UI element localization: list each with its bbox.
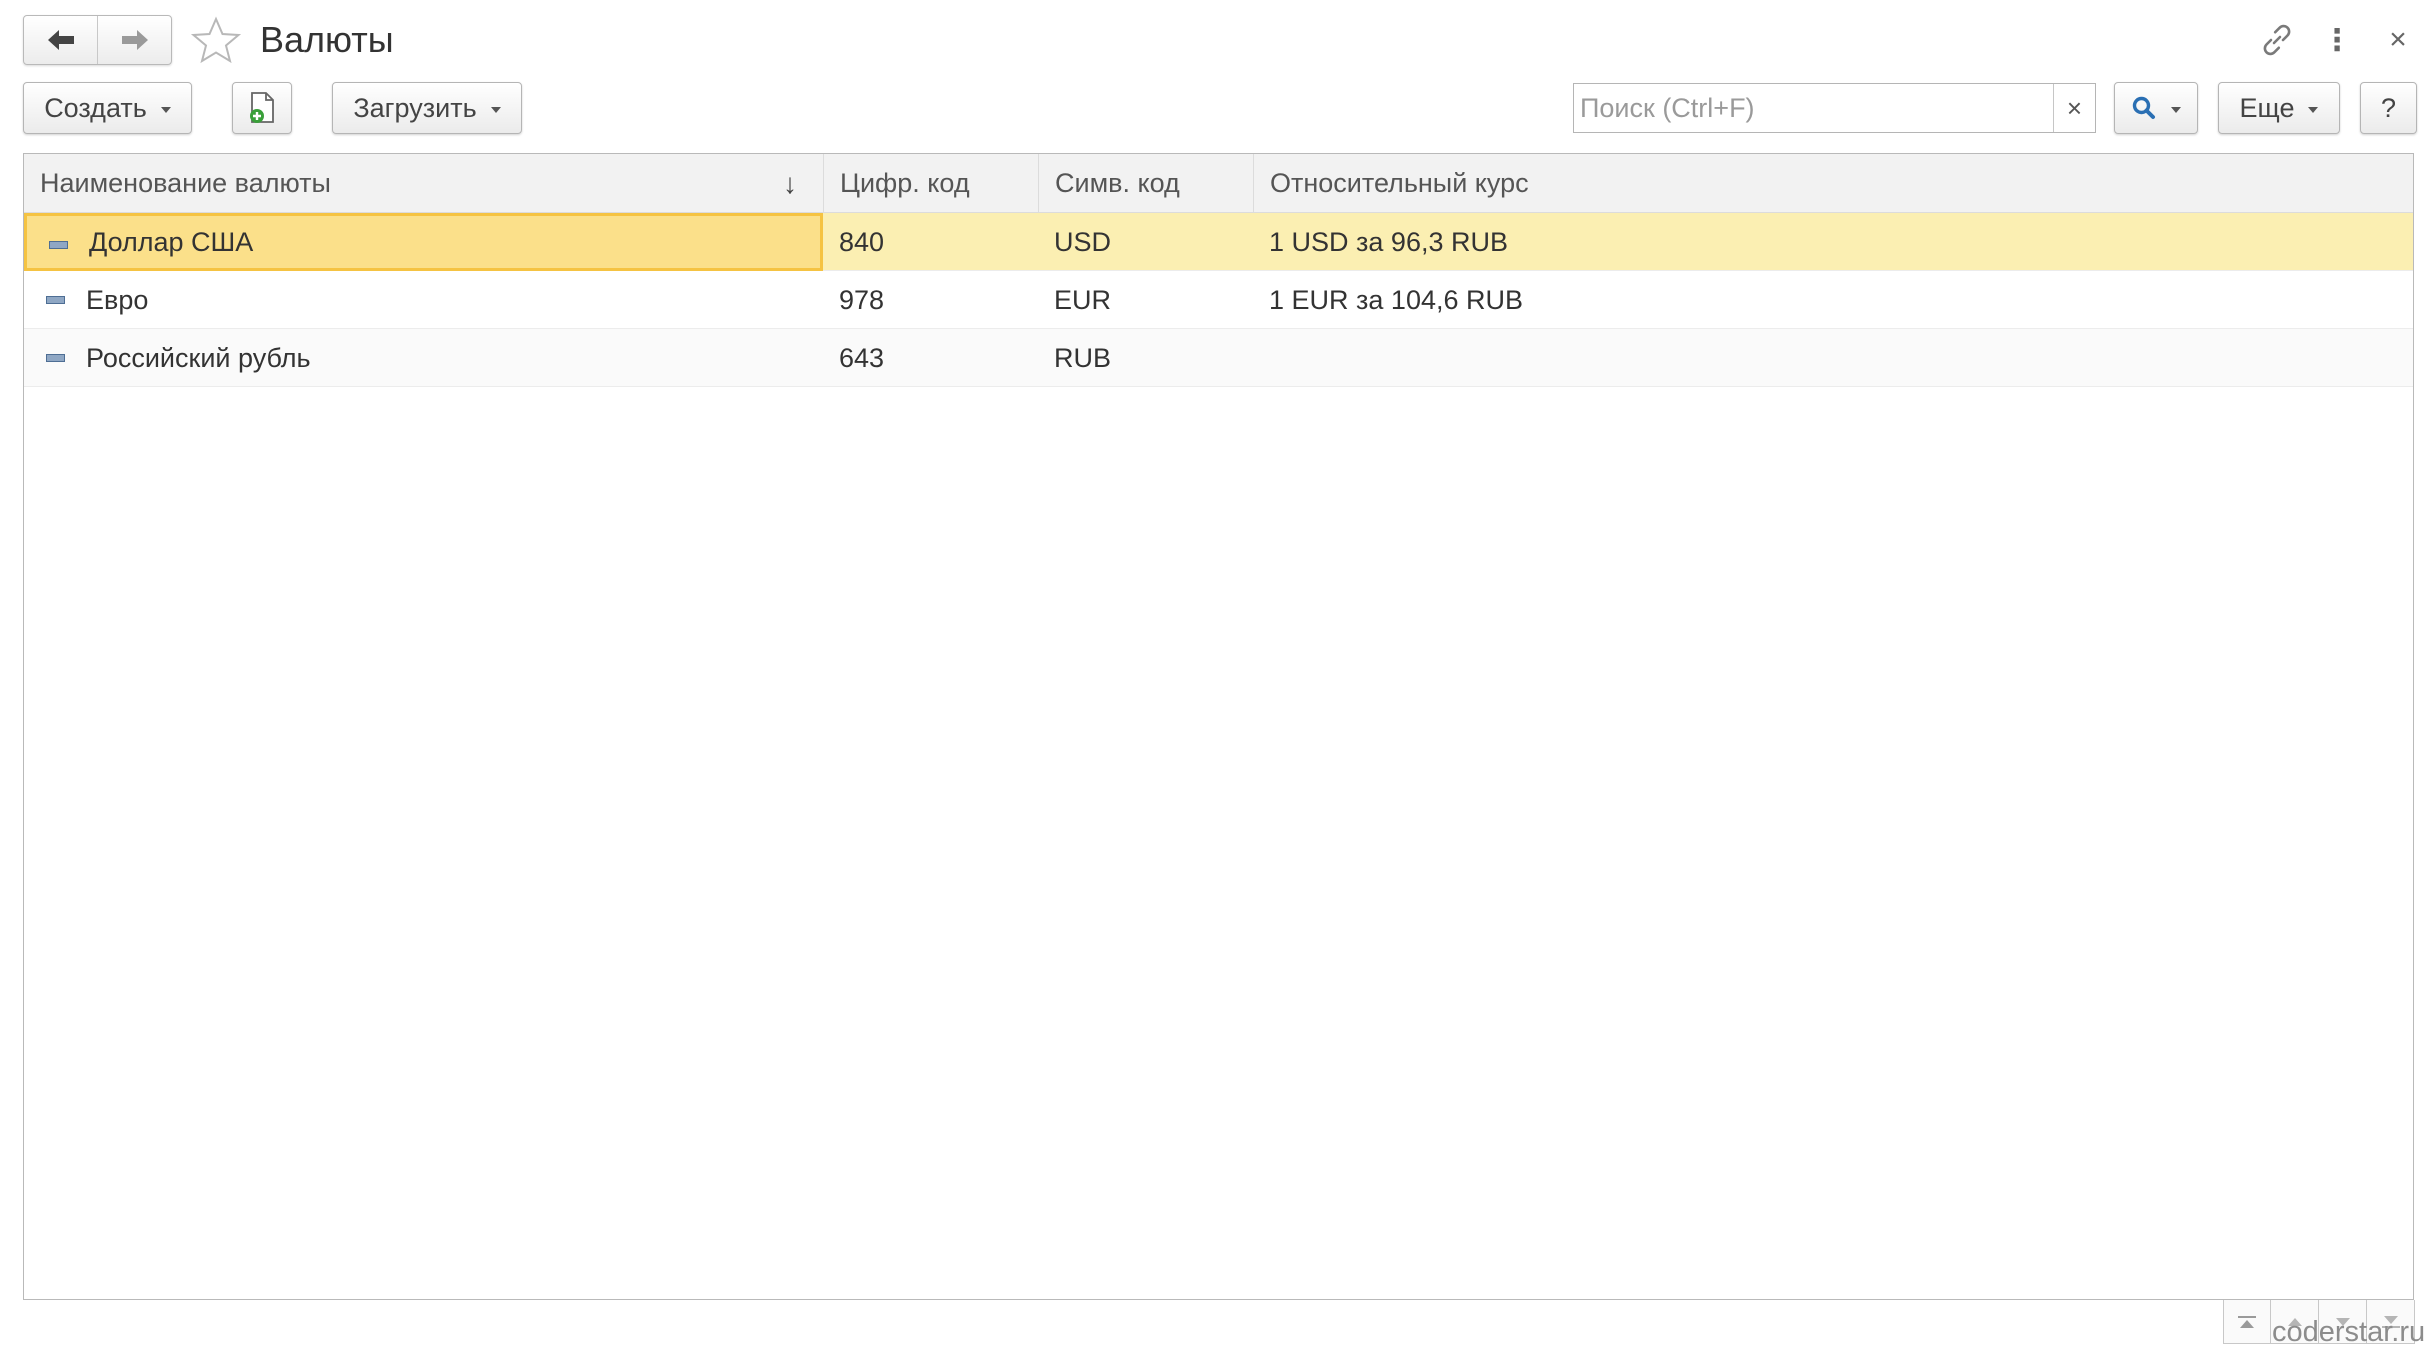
column-header-sym-code[interactable]: Симв. код: [1038, 154, 1253, 213]
currency-name: Евро: [86, 284, 149, 315]
chevron-down-icon: [490, 107, 501, 113]
arrow-left-icon: [47, 30, 74, 50]
column-header-rate[interactable]: Относительный курс: [1253, 154, 2413, 213]
back-button[interactable]: [24, 16, 97, 64]
help-label: ?: [2380, 92, 2397, 123]
sym-code-cell: RUB: [1054, 342, 1112, 373]
catalog-item-icon: [46, 296, 65, 304]
chevron-down-icon: [160, 107, 171, 113]
num-code-cell: 978: [839, 284, 885, 315]
close-icon[interactable]: ×: [2378, 20, 2418, 60]
link-icon: [2263, 24, 2291, 56]
search-button[interactable]: [2114, 82, 2198, 134]
star-icon[interactable]: [190, 16, 242, 64]
history-navigation: [23, 15, 172, 65]
chevron-down-icon: [2308, 107, 2319, 113]
column-header-num-code[interactable]: Цифр. код: [823, 154, 1038, 213]
go-to-first-button[interactable]: [2223, 1300, 2271, 1344]
link-button[interactable]: [2257, 20, 2297, 60]
catalog-item-icon: [46, 354, 65, 362]
table-row[interactable]: Доллар США 840 USD 1 USD за 96,3 RUB: [24, 213, 2413, 271]
sym-code-cell: USD: [1054, 226, 1112, 257]
table-header: Наименование валюты ↓ Цифр. код Симв. ко…: [24, 154, 2413, 213]
currency-name: Доллар США: [89, 226, 254, 257]
watermark: coderstar.ru: [2272, 1316, 2426, 1348]
currency-table: Наименование валюты ↓ Цифр. код Симв. ко…: [23, 153, 2414, 1300]
table-row[interactable]: Российский рубль 643 RUB: [24, 329, 2413, 387]
help-button[interactable]: ?: [2360, 82, 2417, 134]
column-header-name[interactable]: Наименование валюты ↓: [24, 154, 823, 213]
column-header-label: Наименование валюты: [40, 168, 331, 198]
num-code-cell: 840: [839, 226, 885, 257]
page-title: Валюты: [260, 19, 394, 60]
more-actions-button[interactable]: Еще: [2218, 82, 2340, 134]
title-bar: Валюты ⋮ ×: [0, 0, 2433, 78]
num-code-cell: 643: [839, 342, 885, 373]
sort-descending-icon: ↓: [783, 168, 797, 199]
arrow-right-icon: [121, 30, 148, 50]
currency-name-cell[interactable]: Российский рубль: [24, 329, 823, 387]
search-field: ×: [1573, 83, 2096, 133]
rate-cell: 1 USD за 96,3 RUB: [1269, 226, 1508, 257]
search-input[interactable]: [1574, 84, 2053, 132]
currency-name: Российский рубль: [86, 342, 311, 373]
load-button[interactable]: Загрузить: [332, 82, 522, 134]
currency-name-cell[interactable]: Доллар США: [24, 213, 823, 271]
first-page-icon: [2238, 1315, 2256, 1328]
column-header-label: Цифр. код: [840, 168, 970, 198]
column-header-label: Симв. код: [1055, 168, 1180, 198]
more-actions-label: Еще: [2239, 92, 2295, 123]
vertical-dots-icon[interactable]: ⋮: [2317, 20, 2357, 60]
rate-cell: [1253, 329, 2413, 387]
table-row[interactable]: Евро 978 EUR 1 EUR за 104,6 RUB: [24, 271, 2413, 329]
add-document-icon: [250, 92, 274, 123]
column-header-label: Относительный курс: [1270, 168, 1529, 198]
catalog-item-icon: [49, 241, 68, 249]
forward-button[interactable]: [97, 16, 171, 64]
create-button[interactable]: Создать: [23, 82, 192, 134]
load-button-label: Загрузить: [353, 92, 477, 123]
rate-cell: 1 EUR за 104,6 RUB: [1269, 284, 1523, 315]
clear-search-button[interactable]: ×: [2053, 84, 2095, 132]
currency-name-cell[interactable]: Евро: [24, 271, 823, 329]
create-by-copy-button[interactable]: [232, 82, 292, 134]
sym-code-cell: EUR: [1054, 284, 1112, 315]
search-icon: [2132, 96, 2155, 119]
create-button-label: Создать: [44, 92, 147, 123]
chevron-down-icon: [2171, 107, 2181, 113]
